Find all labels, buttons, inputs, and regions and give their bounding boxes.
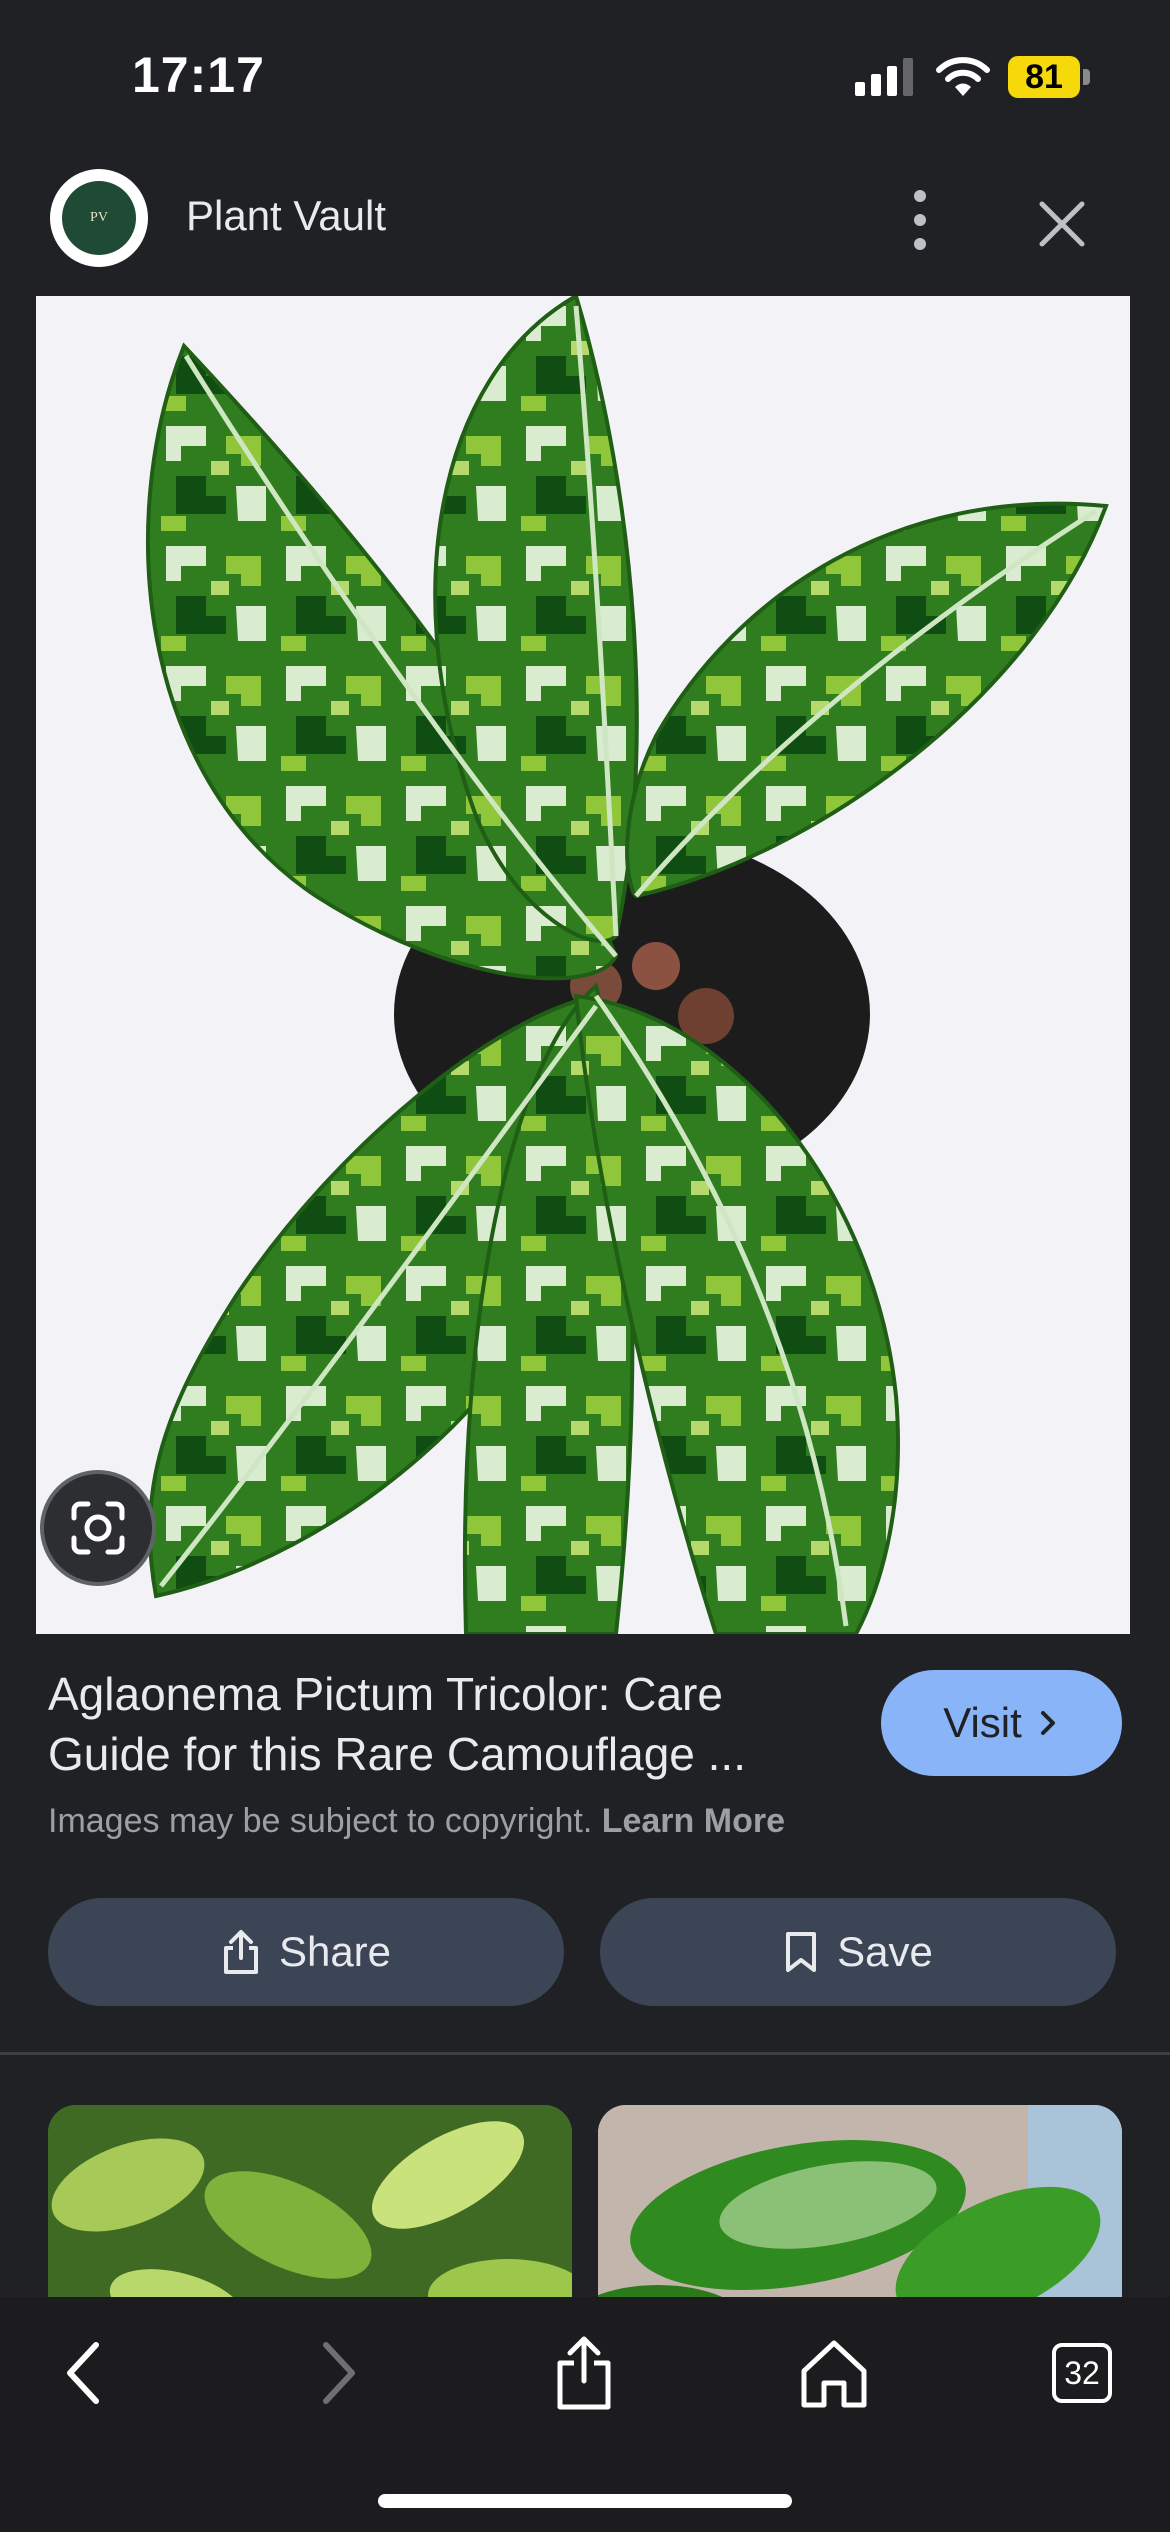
- more-options-button[interactable]: [890, 182, 950, 258]
- plant-illustration: [146, 296, 1109, 1634]
- save-button[interactable]: Save: [600, 1898, 1116, 2006]
- related-image-1[interactable]: [48, 2105, 572, 2297]
- visit-label: Visit: [943, 1699, 1022, 1746]
- related-image-2-photo: [598, 2105, 1122, 2297]
- wifi-icon: [936, 57, 990, 96]
- copyright-text: Images may be subject to copyright.: [48, 1802, 593, 1840]
- share-label: Share: [278, 1928, 392, 1975]
- site-logo-mark: PV: [62, 181, 136, 255]
- learn-more-link[interactable]: Learn More: [602, 1802, 785, 1840]
- battery-level: 81: [1008, 56, 1080, 98]
- status-bar: 17:17 81: [0, 0, 1170, 142]
- share-icon: [223, 1930, 258, 1974]
- forward-icon[interactable]: [296, 2333, 376, 2413]
- status-time: 17:17: [132, 47, 265, 103]
- site-logo[interactable]: PV: [50, 169, 148, 267]
- related-image-1-photo: [48, 2105, 572, 2297]
- bookmark-icon: [786, 1932, 817, 1972]
- google-lens-icon: [71, 1501, 125, 1555]
- chevron-right-icon: [1040, 1711, 1055, 1735]
- result-header: PV Plant Vault: [0, 142, 1170, 296]
- share-icon[interactable]: [544, 2333, 624, 2413]
- result-title[interactable]: Aglaonema Pictum Tricolor: Care Guide fo…: [48, 1664, 848, 1784]
- site-name[interactable]: Plant Vault: [186, 192, 386, 240]
- plant-photo[interactable]: [36, 296, 1130, 1634]
- save-label: Save: [837, 1928, 933, 1975]
- related-image-2[interactable]: [598, 2105, 1122, 2297]
- home-icon[interactable]: [794, 2333, 874, 2413]
- close-icon[interactable]: [1030, 192, 1094, 256]
- battery-icon: 81: [1008, 56, 1090, 98]
- tabs-count: 32: [1052, 2343, 1112, 2403]
- visit-button[interactable]: Visit: [881, 1670, 1122, 1776]
- lens-search-button[interactable]: [44, 1474, 152, 1582]
- cellular-signal-icon: [855, 58, 915, 96]
- copyright-notice: Images may be subject to copyright. Lear…: [48, 1802, 785, 1841]
- back-icon[interactable]: [46, 2333, 126, 2413]
- home-indicator: [378, 2494, 792, 2508]
- share-button[interactable]: Share: [48, 1898, 564, 2006]
- related-images: [0, 2055, 1170, 2297]
- tabs-button[interactable]: 32: [1044, 2333, 1124, 2413]
- image-preview: [0, 296, 1170, 1634]
- result-info: Aglaonema Pictum Tricolor: Care Guide fo…: [0, 1634, 1170, 2054]
